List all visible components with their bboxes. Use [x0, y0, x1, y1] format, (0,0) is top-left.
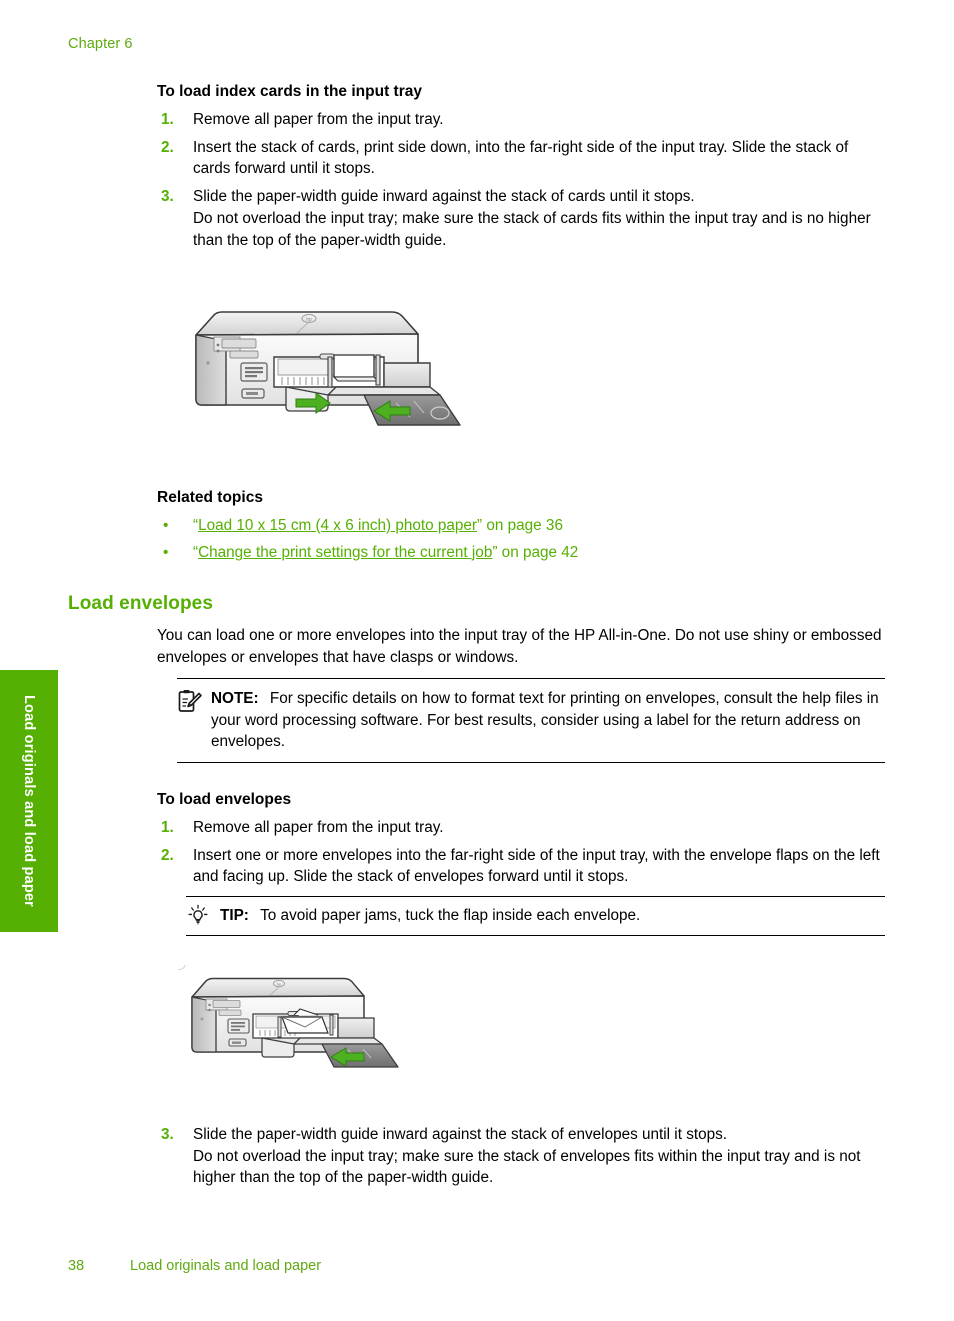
step-number: 2.: [161, 138, 174, 156]
step-text: Remove all paper from the input tray.: [193, 110, 444, 128]
step-number: 2.: [161, 846, 174, 864]
load-envelopes-intro-block: You can load one or more envelopes into …: [157, 625, 887, 668]
step-text: Slide the paper-width guide inward again…: [193, 188, 695, 206]
load-envelopes-steps: 1. Remove all paper from the input tray.…: [157, 817, 887, 888]
load-envelopes-final-step: 3. Slide the paper-width guide inward ag…: [157, 1124, 887, 1195]
load-envelopes-intro: You can load one or more envelopes into …: [157, 627, 882, 666]
step-number: 1.: [161, 818, 174, 836]
index-cards-section: To load index cards in the input tray 1.…: [157, 82, 887, 257]
related-topics-heading: Related topics: [157, 489, 263, 506]
related-topics-section: Related topics • “Load 10 x 15 cm (4 x 6 …: [157, 488, 887, 566]
list-item: 2. Insert one or more envelopes into the…: [157, 845, 887, 888]
footer-title: Load originals and load paper: [130, 1258, 322, 1274]
load-envelopes-procedure: To load envelopes 1. Remove all paper fr…: [157, 790, 887, 894]
printer-index-cards-illustration: hp: [178, 295, 488, 460]
index-cards-steps: 1. Remove all paper from the input tray.…: [157, 109, 887, 251]
step-text: Insert one or more envelopes into the fa…: [193, 846, 880, 886]
note-label: NOTE:: [211, 690, 259, 707]
list-item: 3. Slide the paper-width guide inward ag…: [157, 186, 887, 251]
step-text: Remove all paper from the input tray.: [193, 818, 444, 836]
note-box: NOTE: For specific details on how to for…: [177, 678, 885, 764]
list-item: 1. Remove all paper from the input tray.: [157, 109, 887, 131]
index-cards-heading: To load index cards in the input tray: [157, 83, 422, 100]
page-reference: on page 42: [497, 543, 579, 561]
section-heading-load-envelopes: Load envelopes: [68, 593, 213, 614]
step-number: 1.: [161, 110, 174, 128]
step-subtext: Do not overload the input tray; make sur…: [193, 1147, 861, 1187]
related-topic-link-2[interactable]: Change the print settings for the curren…: [198, 544, 492, 561]
step-text: Slide the paper-width guide inward again…: [193, 1126, 728, 1143]
tip-label: TIP:: [220, 907, 249, 924]
bullet-icon: •: [163, 516, 169, 534]
tip-box: TIP: To avoid paper jams, tuck the flap …: [186, 896, 885, 936]
tip-text: To avoid paper jams, tuck the flap insid…: [260, 907, 641, 924]
footer-page-number: 38: [68, 1258, 85, 1274]
note-text: For specific details on how to format te…: [211, 690, 879, 751]
note-admonition: NOTE: For specific details on how to for…: [177, 678, 885, 764]
document-page: Chapter 6 Load originals and load paper …: [0, 0, 954, 1321]
list-item: 3. Slide the paper-width guide inward ag…: [157, 1124, 887, 1189]
printer-illustration-svg: hp: [195, 311, 461, 426]
list-item: 1. Remove all paper from the input tray.: [157, 817, 887, 839]
load-envelopes-procedure-heading: To load envelopes: [157, 791, 292, 808]
final-step-list: 3. Slide the paper-width guide inward ag…: [157, 1124, 887, 1189]
note-clipboard-icon: [177, 689, 203, 715]
bullet-icon: •: [163, 543, 169, 561]
side-tab: Load originals and load paper: [0, 670, 58, 932]
page-reference: on page 36: [482, 516, 563, 534]
printer-envelope-illustration-svg: hp: [170, 959, 399, 1068]
svg-text:hp: hp: [277, 982, 282, 987]
tip-content: TIP: To avoid paper jams, tuck the flap …: [186, 905, 885, 927]
step-number: 3.: [161, 188, 174, 206]
side-tab-label: Load originals and load paper: [21, 694, 37, 908]
step-text: Insert the stack of cards, print side do…: [193, 138, 849, 178]
tip-lightbulb-icon: [186, 903, 212, 929]
step-number: 3.: [161, 1126, 174, 1143]
note-content: NOTE: For specific details on how to for…: [177, 688, 885, 753]
printer-envelope-illustration: hp: [170, 959, 418, 1095]
list-item: • “Load 10 x 15 cm (4 x 6 inch) photo pap…: [157, 513, 887, 540]
list-item: 2. Insert the stack of cards, print side…: [157, 137, 887, 180]
related-topics-list: • “Load 10 x 15 cm (4 x 6 inch) photo pap…: [157, 513, 887, 567]
list-item: • “Change the print settings for the curr…: [157, 540, 887, 567]
tip-admonition: TIP: To avoid paper jams, tuck the flap …: [186, 896, 885, 936]
related-topic-link-1[interactable]: Load 10 x 15 cm (4 x 6 inch) photo paper: [198, 517, 477, 534]
chapter-label: Chapter 6: [68, 36, 133, 52]
step-subtext: Do not overload the input tray; make sur…: [193, 209, 871, 249]
